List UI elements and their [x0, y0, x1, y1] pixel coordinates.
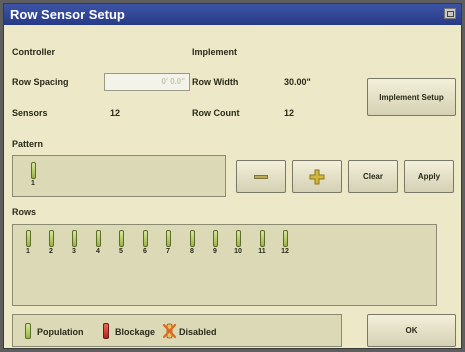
row-spacing-field[interactable]: 0' 0.0": [104, 73, 190, 91]
row-sensor[interactable]: 9: [210, 230, 220, 255]
remove-sensor-button[interactable]: [236, 160, 286, 193]
legend-population: Population: [37, 327, 84, 337]
row-sensor-number: 5: [119, 248, 123, 255]
population-sensor-icon: [25, 230, 31, 247]
row-sensor[interactable]: 2: [46, 230, 56, 255]
population-sensor-icon: [30, 162, 36, 179]
legend-blockage: Blockage: [115, 327, 156, 337]
legend-disabled: Disabled: [179, 327, 217, 337]
row-sensor[interactable]: 12: [280, 230, 290, 255]
pattern-sensor-number: 1: [31, 180, 35, 187]
blockage-icon: [103, 323, 109, 339]
apply-button[interactable]: Apply: [404, 160, 454, 193]
row-sensor[interactable]: 10: [233, 230, 243, 255]
row-sensor[interactable]: 6: [140, 230, 150, 255]
population-sensor-icon: [189, 230, 195, 247]
row-sensor[interactable]: 8: [187, 230, 197, 255]
population-sensor-icon: [71, 230, 77, 247]
row-sensor-number: 8: [190, 248, 194, 255]
row-sensor-number: 2: [49, 248, 53, 255]
sensors-value: 12: [110, 108, 121, 118]
window-title: Row Sensor Setup: [10, 7, 125, 22]
clear-button[interactable]: Clear: [348, 160, 398, 193]
row-sensor-number: 1: [26, 248, 30, 255]
population-sensor-icon: [118, 230, 124, 247]
row-sensor-number: 11: [258, 248, 266, 255]
row-sensor-number: 10: [234, 248, 242, 255]
population-sensor-icon: [48, 230, 54, 247]
population-sensor-icon: [282, 230, 288, 247]
population-sensor-icon: [212, 230, 218, 247]
row-sensor-number: 4: [96, 248, 100, 255]
rows-panel: 1 2 3 4 5 6 7 8 9 10 11 12: [12, 224, 437, 306]
row-width-label: Row Width: [192, 77, 239, 87]
population-sensor-icon: [165, 230, 171, 247]
row-sensor[interactable]: 11: [257, 230, 267, 255]
minus-icon: [254, 174, 268, 179]
pattern-sensor[interactable]: 1: [28, 162, 38, 187]
row-sensor[interactable]: 4: [93, 230, 103, 255]
population-sensor-icon: [235, 230, 241, 247]
population-icon: [25, 323, 31, 339]
plus-icon: [309, 169, 325, 184]
pattern-panel: 1: [12, 155, 226, 197]
row-sensor-number: 12: [281, 248, 289, 255]
disabled-icon: [163, 323, 176, 339]
title-bar: Row Sensor Setup: [4, 4, 461, 25]
implement-setup-button[interactable]: Implement Setup: [367, 78, 456, 116]
row-sensor-setup-window: Row Sensor Setup Controller Row Spacing …: [3, 3, 462, 349]
row-sensor-number: 3: [72, 248, 76, 255]
ok-button[interactable]: OK: [367, 314, 456, 347]
pattern-label: Pattern: [12, 139, 44, 149]
implement-heading: Implement: [192, 47, 238, 57]
population-sensor-icon: [142, 230, 148, 247]
row-count-label: Row Count: [192, 108, 240, 118]
population-sensor-icon: [95, 230, 101, 247]
row-sensor-number: 9: [213, 248, 217, 255]
row-sensor[interactable]: 1: [23, 230, 33, 255]
row-spacing-label: Row Spacing: [12, 77, 69, 87]
window-restore-icon[interactable]: [444, 8, 456, 19]
population-sensor-icon: [259, 230, 265, 247]
add-sensor-button[interactable]: [292, 160, 342, 193]
row-sensor-number: 7: [166, 248, 170, 255]
row-width-value: 30.00": [284, 77, 311, 87]
row-sensor[interactable]: 5: [116, 230, 126, 255]
row-count-value: 12: [284, 108, 295, 118]
sensors-label: Sensors: [12, 108, 48, 118]
legend-panel: Population Blockage Disabled: [12, 314, 342, 347]
row-sensor[interactable]: 7: [163, 230, 173, 255]
rows-label: Rows: [12, 207, 37, 217]
row-sensor[interactable]: 3: [69, 230, 79, 255]
controller-heading: Controller: [12, 47, 56, 57]
row-sensor-number: 6: [143, 248, 147, 255]
